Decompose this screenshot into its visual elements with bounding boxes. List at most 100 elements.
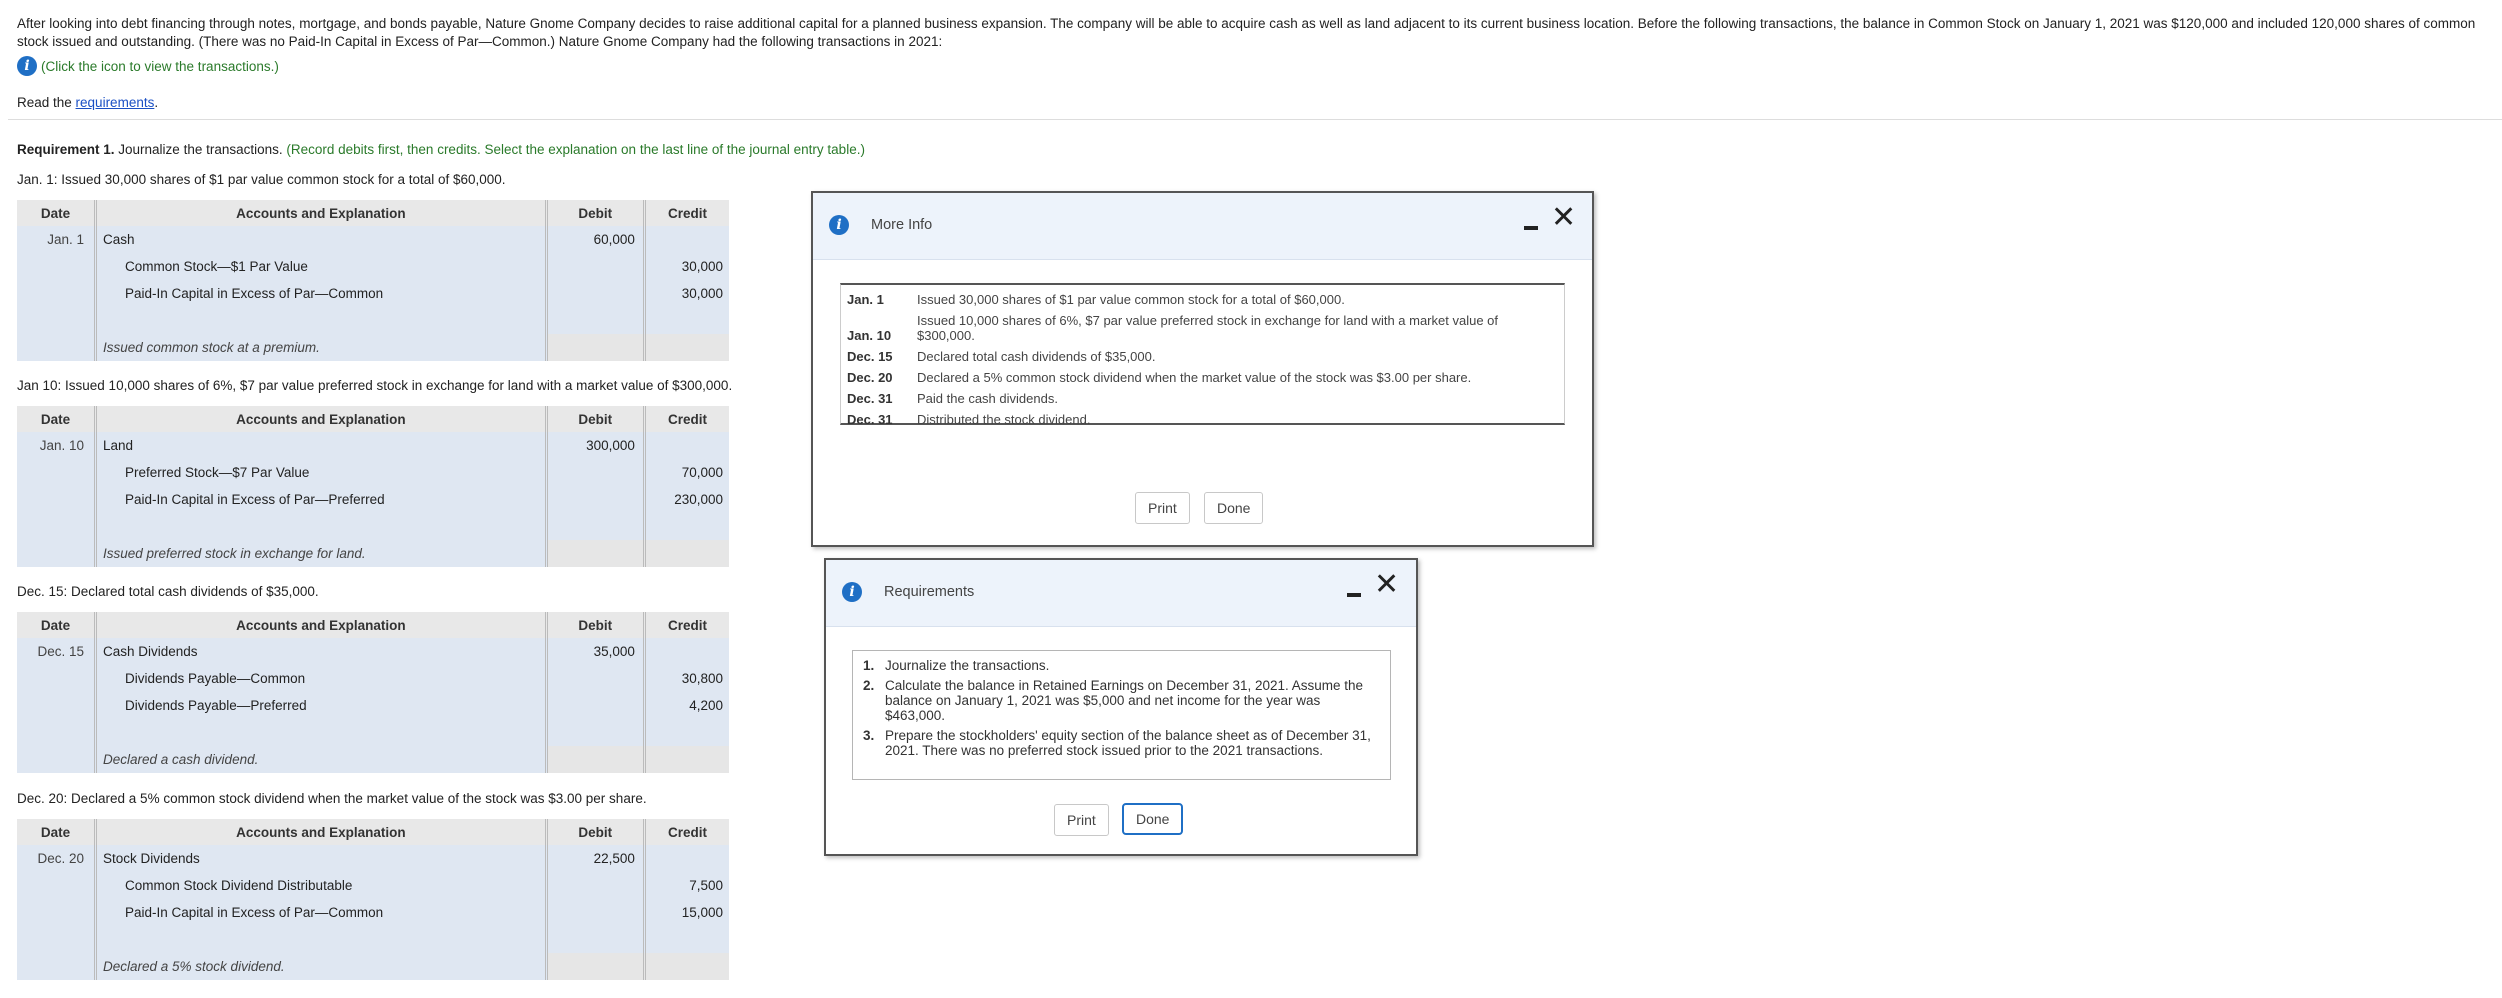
credit-header: Credit xyxy=(645,406,729,432)
divider xyxy=(8,119,2502,120)
date-cell[interactable] xyxy=(17,280,97,307)
date-cell[interactable]: Dec. 15 xyxy=(17,638,97,665)
credit-cell[interactable] xyxy=(645,845,729,872)
credit-cell[interactable] xyxy=(645,432,729,459)
account-cell[interactable]: Paid-In Capital in Excess of Par—Preferr… xyxy=(97,486,548,513)
debit-cell[interactable] xyxy=(547,280,646,307)
explanation-cell[interactable]: Declared a 5% stock dividend. xyxy=(97,953,548,980)
account-cell[interactable]: Common Stock Dividend Distributable xyxy=(97,872,548,899)
account-cell[interactable]: Paid-In Capital in Excess of Par—Common xyxy=(97,280,548,307)
empty-cell[interactable] xyxy=(97,719,548,746)
account-cell[interactable]: Paid-In Capital in Excess of Par—Common xyxy=(97,899,548,926)
transaction-row: Dec. 31 Paid the cash dividends. xyxy=(841,388,1564,409)
empty-cell[interactable] xyxy=(17,307,97,334)
debit-cell[interactable]: 35,000 xyxy=(547,638,646,665)
dialog-title: Requirements xyxy=(884,584,975,600)
blank-row xyxy=(17,926,729,953)
transaction-row: Jan. 1 Issued 30,000 shares of $1 par val… xyxy=(841,289,1564,310)
debit-cell[interactable] xyxy=(547,872,646,899)
empty-cell[interactable] xyxy=(645,926,729,953)
empty-cell[interactable] xyxy=(17,926,97,953)
explanation-row: Declared a cash dividend. xyxy=(17,746,729,773)
done-button[interactable]: Done xyxy=(1204,492,1264,524)
credit-cell[interactable]: 30,000 xyxy=(645,280,729,307)
debit-cell[interactable]: 300,000 xyxy=(547,432,646,459)
account-cell[interactable]: Dividends Payable—Preferred xyxy=(97,692,548,719)
date-cell[interactable] xyxy=(17,899,97,926)
minimize-icon[interactable] xyxy=(1524,226,1538,230)
credit-cell[interactable] xyxy=(645,638,729,665)
print-button[interactable]: Print xyxy=(1054,804,1109,836)
credit-cell[interactable] xyxy=(645,226,729,253)
credit-cell[interactable]: 30,800 xyxy=(645,665,729,692)
empty-cell xyxy=(645,540,729,567)
date-cell[interactable] xyxy=(17,872,97,899)
info-icon[interactable]: i xyxy=(17,56,37,76)
debit-cell[interactable] xyxy=(547,253,646,280)
credit-cell[interactable]: 230,000 xyxy=(645,486,729,513)
credit-cell[interactable]: 30,000 xyxy=(645,253,729,280)
close-icon[interactable]: ✕ xyxy=(1374,570,1399,600)
credit-cell[interactable]: 70,000 xyxy=(645,459,729,486)
transaction-text: Declared a 5% common stock dividend when… xyxy=(917,370,1472,385)
credit-cell[interactable]: 15,000 xyxy=(645,899,729,926)
account-cell[interactable]: Land xyxy=(97,432,548,459)
date-cell[interactable]: Jan. 1 xyxy=(17,226,97,253)
explanation-cell[interactable]: Declared a cash dividend. xyxy=(97,746,548,773)
done-button[interactable]: Done xyxy=(1122,803,1184,835)
explanation-cell[interactable]: Issued common stock at a premium. xyxy=(97,334,548,361)
account-cell[interactable]: Preferred Stock—$7 Par Value xyxy=(97,459,548,486)
empty-cell[interactable] xyxy=(645,513,729,540)
date-cell[interactable] xyxy=(17,692,97,719)
empty-cell[interactable] xyxy=(17,513,97,540)
empty-cell[interactable] xyxy=(547,513,646,540)
date-cell[interactable] xyxy=(17,486,97,513)
transactions-box: Jan. 1 Issued 30,000 shares of $1 par val… xyxy=(840,283,1565,427)
transaction-text: Issued 30,000 shares of $1 par value com… xyxy=(917,292,1345,307)
explanation-row: Issued preferred stock in exchange for l… xyxy=(17,540,729,567)
account-cell[interactable]: Cash Dividends xyxy=(97,638,548,665)
date-cell[interactable] xyxy=(17,253,97,280)
close-icon[interactable]: ✕ xyxy=(1551,203,1576,233)
empty-cell[interactable] xyxy=(645,719,729,746)
explanation-row: Issued common stock at a premium. xyxy=(17,334,729,361)
credit-cell[interactable]: 4,200 xyxy=(645,692,729,719)
print-button[interactable]: Print xyxy=(1135,492,1190,524)
journal-row: Jan. 1 Cash 60,000 xyxy=(17,226,729,253)
date-cell[interactable]: Dec. 20 xyxy=(17,845,97,872)
empty-cell[interactable] xyxy=(97,926,548,953)
read-suffix: . xyxy=(154,95,159,110)
date-cell[interactable] xyxy=(17,459,97,486)
minimize-icon[interactable] xyxy=(1347,593,1361,597)
transaction-date: Dec. 31 xyxy=(847,412,893,427)
debit-cell[interactable] xyxy=(547,665,646,692)
journal-row: Jan. 10 Land 300,000 xyxy=(17,432,729,459)
journal-row: Paid-In Capital in Excess of Par—Preferr… xyxy=(17,486,729,513)
empty-cell[interactable] xyxy=(17,719,97,746)
empty-cell[interactable] xyxy=(97,307,548,334)
account-cell[interactable]: Cash xyxy=(97,226,548,253)
requirements-link[interactable]: requirements xyxy=(76,95,155,110)
account-name: Common Stock Dividend Distributable xyxy=(125,878,353,893)
debit-cell[interactable] xyxy=(547,486,646,513)
date-header: Date xyxy=(17,612,97,638)
credit-cell[interactable]: 7,500 xyxy=(645,872,729,899)
empty-cell[interactable] xyxy=(645,307,729,334)
date-cell[interactable]: Jan. 10 xyxy=(17,432,97,459)
empty-cell[interactable] xyxy=(547,926,646,953)
debit-cell[interactable] xyxy=(547,459,646,486)
empty-cell[interactable] xyxy=(547,307,646,334)
debit-cell[interactable] xyxy=(547,692,646,719)
date-cell[interactable] xyxy=(17,665,97,692)
empty-cell[interactable] xyxy=(97,513,548,540)
debit-cell[interactable] xyxy=(547,899,646,926)
debit-cell[interactable]: 60,000 xyxy=(547,226,646,253)
explanation-cell[interactable]: Issued preferred stock in exchange for l… xyxy=(97,540,548,567)
journal-row: Preferred Stock—$7 Par Value 70,000 xyxy=(17,459,729,486)
empty-cell[interactable] xyxy=(547,719,646,746)
account-cell[interactable]: Stock Dividends xyxy=(97,845,548,872)
account-cell[interactable]: Dividends Payable—Common xyxy=(97,665,548,692)
debit-cell[interactable]: 22,500 xyxy=(547,845,646,872)
requirement-hint: (Record debits first, then credits. Sele… xyxy=(286,142,865,157)
account-cell[interactable]: Common Stock—$1 Par Value xyxy=(97,253,548,280)
